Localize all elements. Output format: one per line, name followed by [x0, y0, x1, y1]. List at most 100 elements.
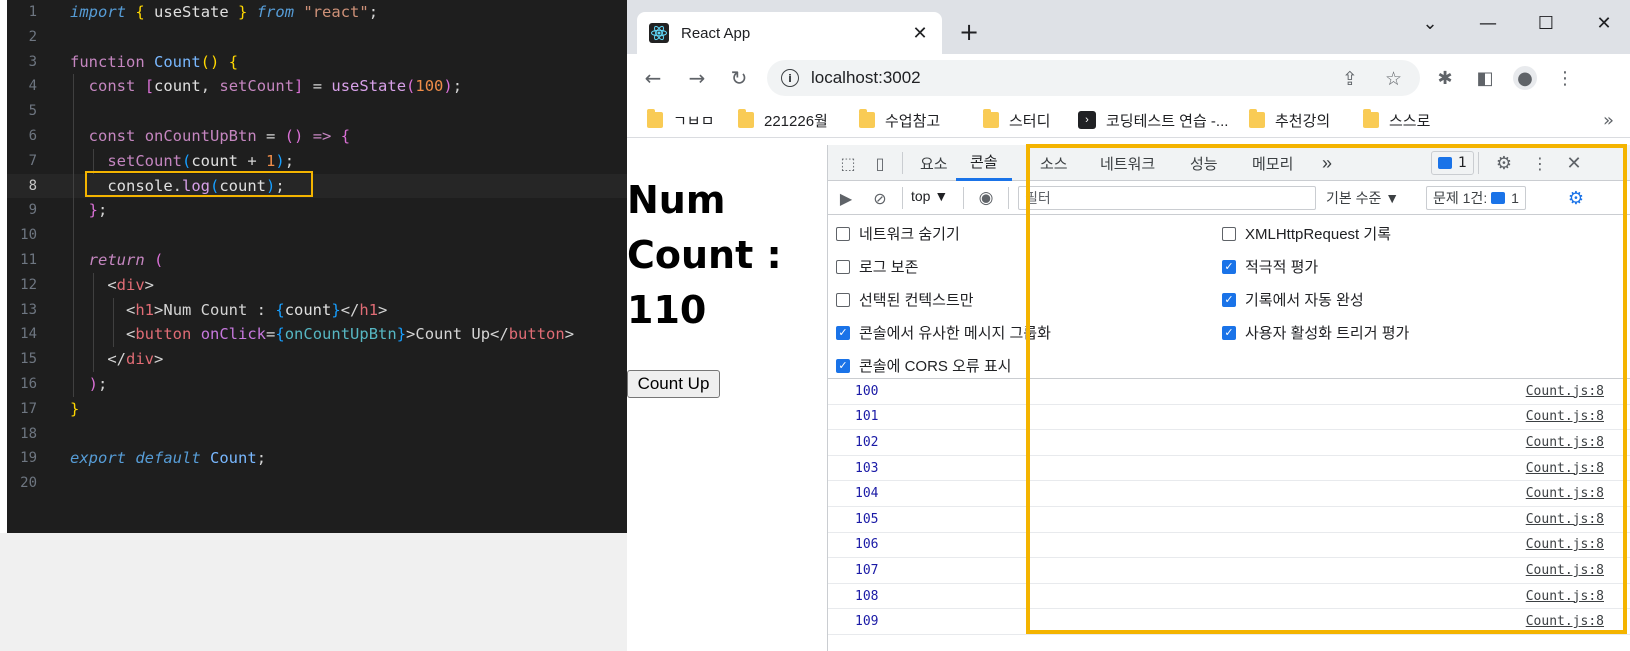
setting-cors-errors[interactable]: ✓ 콘솔에 CORS 오류 표시 — [836, 355, 1011, 376]
line-number: 9 — [28, 202, 37, 219]
forward-button[interactable]: → — [683, 64, 711, 92]
checkbox[interactable] — [836, 226, 850, 241]
setting-label: XMLHttpRequest 기록 — [1245, 226, 1391, 243]
checkbox-checked[interactable]: ✓ — [836, 325, 850, 340]
log-value: 105 — [855, 511, 879, 527]
line-number: 3 — [28, 53, 37, 70]
checkbox-checked[interactable]: ✓ — [1222, 325, 1236, 340]
maximize-button[interactable]: ☐ — [1523, 8, 1569, 38]
source-link[interactable]: Count.js:8 — [1526, 435, 1604, 450]
setting-autocomplete[interactable]: ✓ 기록에서 자동 완성 — [1222, 289, 1364, 310]
source-link[interactable]: Count.js:8 — [1526, 384, 1604, 399]
close-icon[interactable]: ✕ — [1562, 151, 1586, 175]
count-up-button[interactable]: Count Up — [627, 370, 720, 398]
console-row: 107 Count.js:8 — [828, 558, 1630, 584]
react-icon — [649, 23, 669, 43]
menu-icon[interactable]: ⋮ — [1553, 66, 1577, 90]
code-line: 15 </div> — [7, 347, 627, 372]
tab-elements[interactable]: 요소 — [920, 145, 948, 181]
code-text: }; — [88, 201, 108, 220]
code-text: setCount(count + 1); — [107, 151, 295, 170]
setting-label: 콘솔에서 유사한 메시지 그룹화 — [859, 325, 1051, 342]
checkbox[interactable] — [1222, 226, 1236, 241]
code-line: 11 return ( — [7, 247, 627, 273]
page-heading: Num Count : 110 — [627, 178, 782, 332]
setting-eager-eval[interactable]: ✓ 적극적 평가 — [1222, 256, 1318, 277]
setting-user-activation[interactable]: ✓ 사용자 활성화 트리거 평가 — [1222, 322, 1409, 343]
bookmark-folder[interactable]: 추천강의 — [1249, 108, 1330, 132]
setting-group-similar[interactable]: ✓ 콘솔에서 유사한 메시지 그룹화 — [836, 322, 1051, 343]
checkbox-checked[interactable]: ✓ — [836, 358, 850, 373]
line-number: 5 — [28, 103, 37, 120]
line-number: 13 — [20, 301, 37, 318]
address-bar[interactable]: i localhost:3002 ⇪ ☆ — [767, 60, 1420, 96]
source-link[interactable]: Count.js:8 — [1526, 537, 1604, 552]
line-number: 17 — [20, 400, 37, 417]
tab-memory[interactable]: 메모리 — [1252, 145, 1293, 181]
bookmark-folder[interactable]: 스스로 — [1363, 108, 1430, 132]
source-link[interactable]: Count.js:8 — [1526, 563, 1604, 578]
tab-console[interactable]: 콘솔 — [956, 145, 1012, 181]
code-line: 17} — [7, 397, 627, 422]
checkbox-checked[interactable]: ✓ — [1222, 259, 1236, 274]
clear-console-icon[interactable]: ⊘ — [868, 186, 892, 210]
checkbox[interactable] — [836, 259, 850, 274]
source-link[interactable]: Count.js:8 — [1526, 614, 1604, 629]
star-icon[interactable]: ☆ — [1385, 68, 1402, 90]
checkbox[interactable] — [836, 292, 850, 307]
bookmark-folder[interactable]: 스터디 — [983, 108, 1050, 132]
info-icon[interactable]: i — [781, 69, 799, 87]
source-link[interactable]: Count.js:8 — [1526, 589, 1604, 604]
close-window-button[interactable]: ✕ — [1581, 8, 1627, 38]
back-button[interactable]: ← — [639, 64, 667, 92]
code-text: return ( — [88, 250, 164, 269]
bookmark-link[interactable]: › 코딩테스트 연습 -... — [1078, 108, 1228, 132]
gear-icon[interactable]: ⚙ — [1564, 186, 1588, 210]
chevron-right-icon[interactable]: » — [1603, 110, 1614, 131]
profile-icon[interactable]: ● — [1513, 66, 1537, 90]
code-editor[interactable]: 1 import { useState } from "react"; 2 3 fu… — [7, 0, 627, 533]
source-link[interactable]: Count.js:8 — [1526, 486, 1604, 501]
kebab-menu-icon[interactable]: ⋮ — [1528, 151, 1552, 175]
bookmark-label: 추천강의 — [1275, 112, 1331, 130]
share-icon[interactable]: ⇪ — [1342, 68, 1358, 90]
source-link[interactable]: Count.js:8 — [1526, 461, 1604, 476]
reload-button[interactable]: ↻ — [725, 64, 753, 92]
bookmark-folder[interactable]: 수업참고 — [859, 108, 940, 132]
setting-selected-context[interactable]: 선택된 컨텍스트만 — [836, 289, 974, 310]
context-select[interactable]: top ▼ — [911, 188, 948, 204]
code-text: } — [70, 399, 80, 418]
close-icon[interactable]: ✕ — [910, 23, 930, 44]
setting-xhr-log[interactable]: XMLHttpRequest 기록 — [1222, 223, 1391, 244]
code-text: const onCountUpBtn = () => { — [88, 126, 351, 145]
issues-badge[interactable]: 1 — [1431, 151, 1474, 175]
issues-button[interactable]: 문제 1건: 1 — [1426, 186, 1526, 210]
side-panel-icon[interactable]: ◧ — [1473, 66, 1497, 90]
filter-input[interactable]: 필터 — [1018, 186, 1316, 210]
new-tab-button[interactable]: + — [957, 18, 981, 46]
setting-hide-network[interactable]: 네트워크 숨기기 — [836, 223, 960, 244]
chevron-down-icon[interactable]: ⌄ — [1407, 8, 1453, 38]
line-number: 19 — [20, 450, 37, 467]
device-toolbar-icon[interactable]: ▯ — [868, 151, 892, 175]
bookmark-folder[interactable]: ㄱㅂㅁ — [647, 108, 714, 132]
more-tabs-icon[interactable]: » — [1322, 145, 1332, 181]
tab-network[interactable]: 네트워크 — [1100, 145, 1155, 181]
gear-icon[interactable]: ⚙ — [1492, 151, 1516, 175]
extensions-icon[interactable]: ✱ — [1433, 66, 1457, 90]
tab-sources[interactable]: 소스 — [1040, 145, 1068, 181]
log-level-select[interactable]: 기본 수준 ▼ — [1326, 188, 1399, 208]
checkbox-checked[interactable]: ✓ — [1222, 292, 1236, 307]
code-line: 18 — [7, 422, 627, 447]
source-link[interactable]: Count.js:8 — [1526, 512, 1604, 527]
eye-icon[interactable]: ◉ — [974, 186, 998, 210]
console-row: 108 Count.js:8 — [828, 584, 1630, 610]
bookmark-folder[interactable]: 221226월 — [738, 108, 828, 132]
source-link[interactable]: Count.js:8 — [1526, 409, 1604, 424]
minimize-button[interactable]: — — [1465, 8, 1511, 38]
browser-tab[interactable]: React App ✕ — [637, 12, 942, 54]
inspect-icon[interactable]: ⬚ — [836, 151, 860, 175]
setting-preserve-log[interactable]: 로그 보존 — [836, 256, 918, 277]
tab-performance[interactable]: 성능 — [1190, 145, 1218, 181]
sidebar-toggle-icon[interactable]: ▶ — [834, 186, 858, 210]
